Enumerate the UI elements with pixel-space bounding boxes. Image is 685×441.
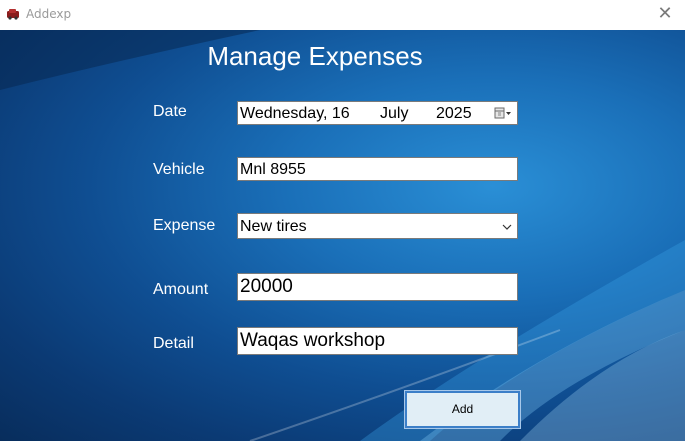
date-weekday-day: Wednesday, 16 xyxy=(240,105,350,122)
vehicle-input[interactable]: Mnl 8955 xyxy=(237,157,518,181)
date-label: Date xyxy=(153,103,187,120)
expense-select[interactable]: New tires xyxy=(237,213,518,239)
amount-label: Amount xyxy=(153,281,209,298)
add-button[interactable]: Add xyxy=(404,390,521,429)
form-area: Manage Expenses Date Wednesday, 16 July … xyxy=(0,30,685,441)
chevron-down-icon[interactable] xyxy=(501,220,513,234)
vehicle-label: Vehicle xyxy=(153,161,205,178)
date-picker[interactable]: Wednesday, 16 July 2025 xyxy=(237,101,518,125)
close-icon: ✕ xyxy=(657,3,673,24)
date-year: 2025 xyxy=(436,105,472,122)
calendar-dropdown-icon[interactable] xyxy=(494,107,512,119)
vehicle-value: Mnl 8955 xyxy=(240,161,306,178)
detail-input[interactable]: Waqas workshop xyxy=(237,327,518,355)
amount-value: 20000 xyxy=(240,276,293,297)
expense-value: New tires xyxy=(240,218,307,235)
app-icon xyxy=(7,9,19,20)
detail-value: Waqas workshop xyxy=(240,330,386,351)
page-title: Manage Expenses xyxy=(207,41,423,71)
detail-label: Detail xyxy=(153,335,194,352)
window-title: Addexp xyxy=(26,7,72,21)
expense-label: Expense xyxy=(153,217,216,234)
date-month: July xyxy=(380,105,409,122)
amount-input[interactable]: 20000 xyxy=(237,273,518,301)
close-button[interactable]: ✕ xyxy=(645,0,685,30)
title-bar: Addexp ✕ xyxy=(0,0,685,30)
